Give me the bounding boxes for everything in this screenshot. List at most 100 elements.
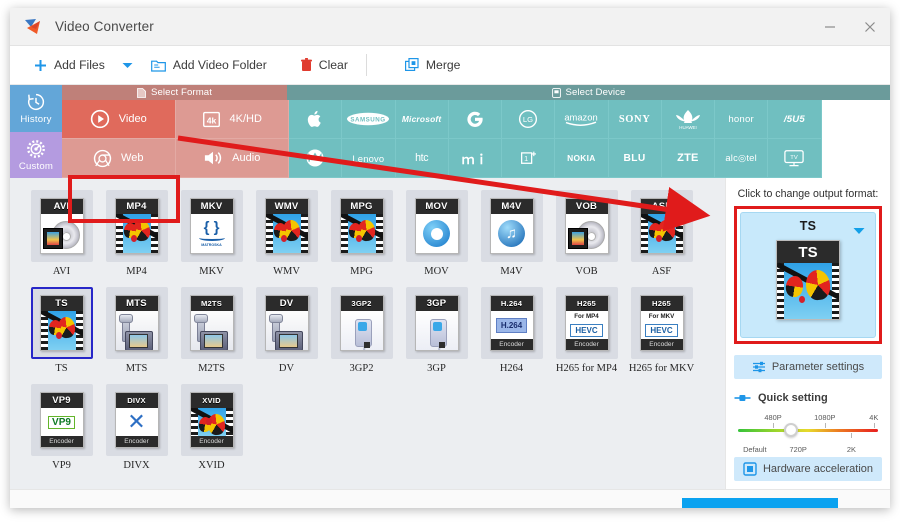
lg-icon: LG <box>519 109 538 129</box>
output-format-card[interactable]: TS TS <box>740 212 876 338</box>
brand-htc[interactable]: htc <box>395 139 449 178</box>
brand-alcatel[interactable]: alc◎tel <box>715 139 769 178</box>
category-web[interactable]: Web <box>62 139 176 178</box>
format-item-mpg[interactable]: MPG MPG <box>326 190 397 277</box>
format-name-label: XVID <box>198 460 225 471</box>
chrome-icon <box>93 149 112 167</box>
format-file-icon: H265 For MKV HEVC Encoder <box>639 295 684 351</box>
category-4k-hd[interactable]: 4k 4K/HD <box>175 100 289 139</box>
format-icon: WMV <box>255 190 318 262</box>
output-format-dropdown[interactable] <box>853 222 865 240</box>
chip-icon <box>743 462 757 476</box>
format-icon-artwork <box>265 311 308 350</box>
schedule-button[interactable] <box>858 507 882 508</box>
svg-text:TV: TV <box>791 155 799 161</box>
format-name-label: WMV <box>273 266 300 277</box>
format-icon: M2TS <box>180 287 243 359</box>
format-icon: VP9 VP9 Encoder <box>30 384 93 456</box>
svg-text:1: 1 <box>524 154 528 163</box>
format-item-divx[interactable]: DIVX ✕ Encoder DIVX <box>101 384 172 471</box>
format-file-icon: VOB <box>564 198 609 254</box>
run-label: Run <box>738 506 781 509</box>
brand-tv[interactable]: TV <box>768 139 822 178</box>
category-row-1: Video 4k 4K/HD SAMSUNG Microsoft LG amaz… <box>62 100 890 139</box>
category-strip: History Custom Select Format Select Devi… <box>10 85 890 223</box>
format-icon: 3GP <box>405 287 468 359</box>
close-button[interactable] <box>850 8 890 45</box>
brand-lenovo[interactable]: Lenovo <box>342 139 396 178</box>
toolbar-divider <box>365 54 367 76</box>
format-item-vp9[interactable]: VP9 VP9 Encoder VP9 <box>26 384 97 471</box>
quick-setting-row: Quick setting <box>734 392 882 404</box>
merge-button[interactable]: Merge <box>395 46 471 84</box>
clear-button[interactable]: Clear <box>291 46 358 84</box>
brand-microsoft[interactable]: Microsoft <box>395 100 449 139</box>
sidebar-item-custom[interactable]: Custom <box>10 131 62 178</box>
format-item-vob[interactable]: VOB VOB <box>551 190 622 277</box>
category-audio[interactable]: Audio <box>175 139 289 178</box>
brand-motorola[interactable] <box>289 139 343 178</box>
format-icon-caption: ASF <box>640 199 683 214</box>
format-icon-footer: Encoder <box>40 436 83 447</box>
speaker-icon <box>205 151 222 165</box>
side-tabs: History Custom <box>10 85 62 178</box>
brand-oneplus[interactable]: 1 <box>502 139 556 178</box>
format-item-dv[interactable]: DV DV <box>251 287 322 374</box>
device-icon <box>551 87 561 98</box>
format-item-wmv[interactable]: WMV WMV <box>251 190 322 277</box>
brand-nokia[interactable]: NOKIA <box>555 139 609 178</box>
brand-apple[interactable] <box>289 100 343 139</box>
format-item-h265-for-mp4[interactable]: H265 For MP4 HEVC Encoder H265 for MP4 <box>551 287 622 374</box>
brand-zte[interactable]: ZTE <box>661 139 715 178</box>
file-icon <box>137 87 146 98</box>
minimize-button[interactable] <box>810 8 850 45</box>
browse-folder-button[interactable] <box>519 506 545 509</box>
slider-knob[interactable] <box>784 423 799 437</box>
format-name-label: MKV <box>199 266 224 277</box>
format-item-h265-for-mkv[interactable]: H265 For MKV HEVC Encoder H265 for MKV <box>626 287 697 374</box>
brand-honor[interactable]: honor <box>715 100 769 139</box>
format-item-m4v[interactable]: M4V ♫ M4V <box>476 190 547 277</box>
svg-text:amazon: amazon <box>565 112 598 123</box>
open-output-button[interactable] <box>581 506 607 509</box>
format-icon: 3GP2 <box>330 287 393 359</box>
add-files-dropdown[interactable] <box>115 46 141 84</box>
format-name-label: ASF <box>651 266 672 277</box>
category-video[interactable]: Video <box>62 100 176 139</box>
add-files-button[interactable]: Add Files <box>24 46 115 84</box>
format-item-h264[interactable]: H.264 H.264 Encoder H264 <box>476 287 547 374</box>
app-title: Video Converter <box>55 19 154 34</box>
brand-amazon[interactable]: amazon <box>555 100 609 139</box>
quality-slider[interactable]: 480P 1080P 4K Default 720P 2K <box>738 413 878 454</box>
format-item-mp4[interactable]: MP4 MP4 <box>101 190 172 277</box>
brand-asus[interactable]: /5U5 <box>768 100 822 139</box>
add-video-folder-button[interactable]: Add Video Folder <box>141 46 277 84</box>
parameter-settings-button[interactable]: Parameter settings <box>734 355 882 379</box>
format-name-label: 3GP2 <box>349 363 374 374</box>
brand-google[interactable] <box>448 100 502 139</box>
format-icon-caption: H265 <box>640 296 683 311</box>
format-item-avi[interactable]: AVI AVI <box>26 190 97 277</box>
format-item-3gp2[interactable]: 3GP2 3GP2 <box>326 287 397 374</box>
brand-lg[interactable]: LG <box>502 100 556 139</box>
format-item-3gp[interactable]: 3GP 3GP <box>401 287 472 374</box>
brand-huawei[interactable]: HUAWEI <box>661 100 715 139</box>
brand-sony[interactable]: SONY <box>608 100 662 139</box>
format-item-xvid[interactable]: XVID Encoder XVID <box>176 384 247 471</box>
brand-mi[interactable]: ｍｉ <box>448 139 502 178</box>
brand-samsung[interactable]: SAMSUNG <box>342 100 396 139</box>
format-item-ts[interactable]: TS TS <box>26 287 97 374</box>
format-icon-caption: XVID <box>190 393 233 408</box>
format-item-mov[interactable]: MOV MOV <box>401 190 472 277</box>
category-main: Select Format Select Device Video 4k 4K/… <box>62 85 890 178</box>
format-item-asf[interactable]: ASF ASF <box>626 190 697 277</box>
sidebar-item-history[interactable]: History <box>10 85 62 132</box>
format-item-m2ts[interactable]: M2TS M2TS <box>176 287 247 374</box>
hardware-acceleration-button[interactable]: Hardware acceleration <box>734 457 882 481</box>
merge-icon <box>404 58 419 72</box>
format-icon-caption: MTS <box>115 296 158 311</box>
brand-blu[interactable]: BLU <box>608 139 662 178</box>
run-button[interactable]: Run <box>682 498 838 508</box>
format-item-mts[interactable]: MTS MTS <box>101 287 172 374</box>
format-item-mkv[interactable]: MKV{ } MATROSKA MKV <box>176 190 247 277</box>
